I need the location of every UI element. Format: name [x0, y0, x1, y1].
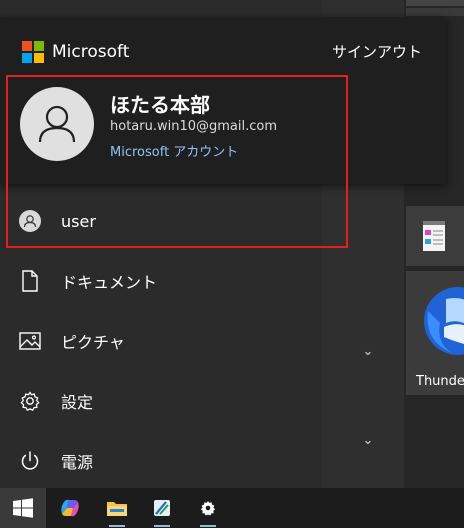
taskbar [0, 488, 464, 528]
running-indicator [109, 525, 125, 527]
microsoft-logo-icon [22, 41, 44, 63]
document-icon [19, 270, 41, 292]
menu-item-settings[interactable]: 設定 [0, 373, 322, 429]
copilot-icon[interactable] [50, 488, 90, 528]
power-icon [19, 450, 41, 472]
microsoft-brand-name: Microsoft [52, 42, 130, 62]
settings-gear-icon[interactable] [188, 488, 228, 528]
notepad-tile[interactable] [406, 206, 464, 266]
tile[interactable] [406, 8, 464, 16]
menu-item-label: 電源 [61, 453, 94, 472]
menu-item-label: user [61, 211, 96, 231]
user-avatar-icon [19, 210, 41, 232]
menu-item-label: ピクチャ [61, 333, 125, 352]
menu-item-documents[interactable]: ドキュメント [0, 253, 322, 309]
menu-item-label: 設定 [61, 393, 94, 412]
menu-item-user[interactable]: user [0, 193, 322, 249]
thunderbird-tile[interactable]: Thunde [406, 271, 464, 395]
thunderbird-tile-label: Thunde [416, 374, 464, 389]
menu-item-power[interactable]: 電源 [0, 433, 322, 489]
running-indicator [154, 525, 170, 527]
notepad-icon [423, 221, 445, 251]
windows-start-icon[interactable] [0, 488, 46, 528]
gear-icon [19, 390, 41, 412]
microsoft-brand: Microsoft [22, 41, 129, 63]
sign-out-button[interactable]: サインアウト [332, 41, 422, 62]
menu-item-label: ドキュメント [61, 273, 158, 292]
chevron-down-icon[interactable]: ⌄ [361, 434, 375, 448]
menu-item-pictures[interactable]: ピクチャ [0, 313, 322, 369]
file-explorer-icon[interactable] [97, 488, 137, 528]
tile[interactable] [406, 0, 464, 6]
picture-icon [19, 330, 41, 352]
chevron-down-icon[interactable]: ⌄ [361, 345, 375, 359]
snipping-tool-icon[interactable] [142, 488, 182, 528]
thunderbird-icon [424, 287, 464, 355]
running-indicator [200, 525, 216, 527]
